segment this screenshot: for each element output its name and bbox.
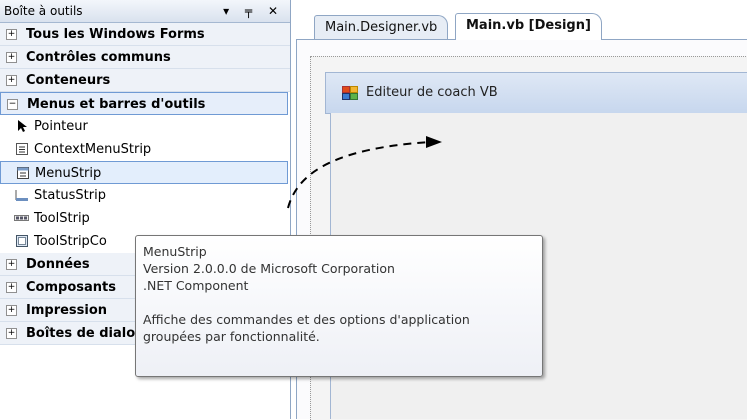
pointer-icon (14, 119, 29, 133)
expand-icon[interactable]: + (6, 259, 17, 270)
toolbox-item-pointer[interactable]: Pointeur (0, 115, 290, 138)
category-label: Tous les Windows Forms (26, 27, 205, 42)
category-all-windows-forms[interactable]: + Tous les Windows Forms (0, 23, 290, 46)
tooltip-description-line-2: groupées par fonctionnalité. (143, 329, 320, 344)
category-label: Données (26, 257, 90, 272)
toolbox-item-contextmenustrip[interactable]: ContextMenuStrip (0, 138, 290, 161)
toolbox-title-bar: Boîte à outils ▾ ╤ ✕ (0, 0, 290, 23)
expand-icon[interactable]: + (6, 52, 17, 63)
expand-icon[interactable]: + (6, 282, 17, 293)
category-label: Impression (26, 303, 108, 318)
item-label: ToolStripCo (34, 234, 107, 249)
category-label: Composants (26, 280, 116, 295)
category-containers[interactable]: + Conteneurs (0, 69, 290, 92)
expand-icon[interactable]: + (6, 75, 17, 86)
menustrip-icon (15, 166, 30, 180)
tooltip-title: MenuStrip (143, 244, 207, 259)
tooltip-description-line-1: Affiche des commandes et des options d'a… (143, 312, 470, 327)
category-common-controls[interactable]: + Contrôles communs (0, 46, 290, 69)
drag-arrow-icon (287, 136, 442, 209)
toolbox-window-controls[interactable]: ▾ ╤ ✕ (223, 0, 284, 22)
item-label: ToolStrip (34, 211, 90, 226)
toolbox-item-menustrip[interactable]: MenuStrip (0, 161, 288, 184)
item-label: Pointeur (34, 119, 88, 134)
tooltip-spacer (143, 294, 535, 311)
toolstrip-container-icon (14, 234, 29, 248)
tooltip-component-type: .NET Component (143, 278, 249, 293)
expand-icon[interactable]: + (6, 305, 17, 316)
document-tab-strip: Main.Designer.vb Main.vb [Design] (300, 10, 747, 40)
item-label: MenuStrip (35, 166, 102, 181)
collapse-icon[interactable]: − (7, 99, 18, 110)
expand-icon[interactable]: + (6, 29, 17, 40)
item-tooltip: MenuStrip Version 2.0.0.0 de Microsoft C… (135, 235, 543, 377)
tooltip-version: Version 2.0.0.0 de Microsoft Corporation (143, 261, 395, 276)
category-label: Conteneurs (26, 73, 111, 88)
toolstrip-icon (14, 211, 29, 225)
context-menu-icon (14, 142, 29, 156)
toolbox-item-statusstrip[interactable]: StatusStrip (0, 184, 290, 207)
category-menus-toolbars[interactable]: − Menus et barres d'outils (0, 92, 288, 115)
statusstrip-icon (14, 188, 29, 202)
form-caption-bar[interactable]: Editeur de coach VB (325, 72, 747, 114)
item-label: StatusStrip (34, 188, 106, 203)
toolbox-item-toolstrip[interactable]: ToolStrip (0, 207, 290, 230)
item-label: ContextMenuStrip (34, 142, 152, 157)
category-label: Menus et barres d'outils (27, 97, 206, 112)
form-caption-text: Editeur de coach VB (366, 85, 498, 100)
tab-main-vb-design[interactable]: Main.vb [Design] (455, 13, 602, 40)
tab-main-designer-vb[interactable]: Main.Designer.vb (314, 15, 449, 40)
expand-icon[interactable]: + (6, 328, 17, 339)
form-icon (342, 86, 358, 100)
toolbox-title: Boîte à outils (4, 4, 83, 18)
category-label: Contrôles communs (26, 50, 171, 65)
